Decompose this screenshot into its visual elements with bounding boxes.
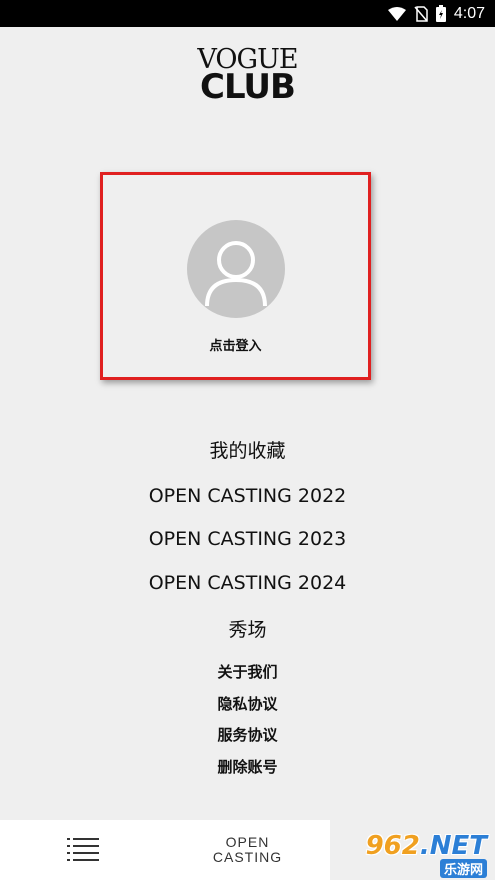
tab-open-casting[interactable]: OPEN CASTING (165, 820, 330, 880)
watermark-sub: 乐游网 (439, 859, 487, 878)
open-casting-logo-line1: OPEN (225, 834, 270, 850)
login-label[interactable]: 点击登入 (209, 335, 261, 354)
menu-favorites[interactable]: 我的收藏 (0, 436, 495, 463)
menu-open-casting-2022[interactable]: OPEN CASTING 2022 (0, 485, 495, 507)
avatar[interactable] (186, 220, 285, 318)
tab-menu[interactable] (0, 820, 165, 880)
wifi-icon (387, 6, 406, 21)
status-time: 4:07 (453, 4, 485, 22)
menu-about[interactable]: 关于我们 (0, 661, 495, 682)
watermark-962: 962.NET 乐游网 (366, 831, 487, 878)
no-sim-icon (414, 5, 428, 22)
battery-icon (435, 5, 446, 22)
menu-open-casting-2023[interactable]: OPEN CASTING 2023 (0, 528, 495, 550)
list-icon (66, 838, 99, 861)
menu-show[interactable]: 秀场 (0, 615, 495, 642)
open-casting-logo-line2: CASTING (212, 849, 283, 865)
logo-line2: CLUB (200, 67, 296, 107)
menu-privacy[interactable]: 隐私协议 (0, 693, 495, 714)
login-card[interactable]: 点击登入 (100, 172, 371, 380)
menu-delete-account[interactable]: 删除账号 (0, 756, 495, 777)
user-icon (204, 241, 267, 307)
vogue-club-logo: VOGUE CLUB (0, 46, 495, 104)
menu-open-casting-2024[interactable]: OPEN CASTING 2024 (0, 572, 495, 594)
menu-service[interactable]: 服务协议 (0, 724, 495, 745)
open-casting-logo: OPEN CASTING (213, 835, 282, 865)
watermark-net: .NET (419, 831, 487, 861)
watermark-number: 962 (365, 831, 420, 861)
status-bar: 4:07 (0, 0, 495, 27)
